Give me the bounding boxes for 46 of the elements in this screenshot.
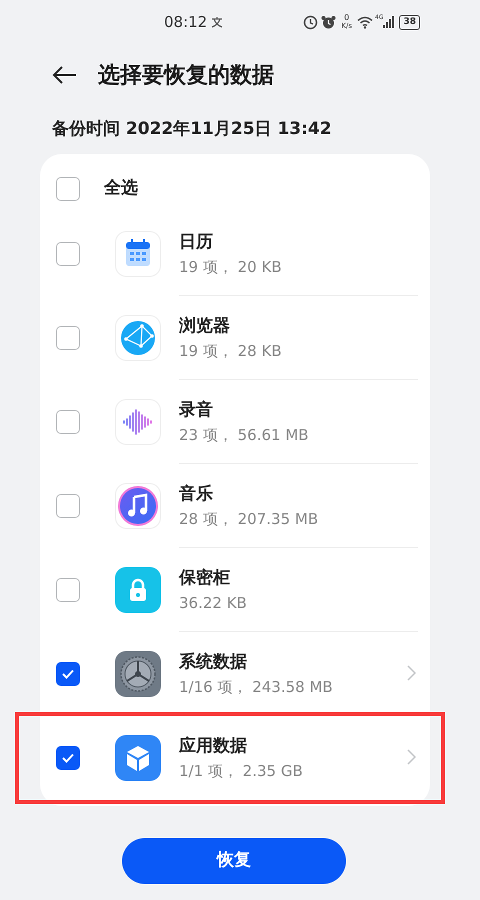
calendar-icon	[115, 231, 161, 277]
checkbox[interactable]	[56, 494, 80, 518]
padlock-icon	[115, 567, 161, 613]
item-name: 浏览器	[179, 314, 230, 338]
checkbox[interactable]	[56, 242, 80, 266]
music-note-icon	[115, 483, 161, 529]
item-name: 日历	[179, 230, 213, 254]
status-time: 08:12	[164, 12, 208, 33]
backup-time: 备份时间 2022年11月25日 13:42	[52, 118, 332, 142]
checkbox[interactable]	[56, 578, 80, 602]
back-arrow-icon[interactable]	[52, 65, 78, 85]
gear-icon	[115, 651, 161, 697]
signal-icon	[383, 16, 396, 28]
item-detail: 1/1 项， 2.35 GB	[179, 761, 303, 782]
item-detail: 36.22 KB	[179, 592, 247, 614]
select-all-label[interactable]: 全选	[104, 176, 138, 202]
item-name: 音乐	[179, 482, 213, 506]
checkbox[interactable]	[56, 410, 80, 434]
clock-icon	[303, 14, 318, 30]
check-icon	[61, 667, 75, 681]
item-detail: 28 项， 207.35 MB	[179, 508, 318, 530]
sound-wave-icon	[115, 399, 161, 445]
item-detail: 1/16 项， 243.58 MB	[179, 676, 333, 698]
item-name: 保密柜	[179, 566, 230, 590]
item-detail: 23 项， 56.61 MB	[179, 424, 309, 446]
item-detail: 19 项， 28 KB	[179, 340, 282, 362]
chevron-right-icon[interactable]	[407, 749, 416, 765]
check-icon	[61, 751, 75, 765]
cube-icon	[115, 735, 161, 781]
alarm-icon	[321, 14, 336, 30]
translate-icon	[211, 16, 224, 28]
checkbox[interactable]	[56, 662, 80, 686]
chevron-right-icon[interactable]	[407, 665, 416, 681]
checkbox[interactable]	[56, 326, 80, 350]
item-name: 录音	[179, 398, 213, 422]
page-title: 选择要恢复的数据	[98, 62, 274, 90]
item-name: 系统数据	[179, 650, 247, 674]
item-name: 应用数据	[179, 735, 247, 758]
item-detail: 19 项， 20 KB	[179, 256, 282, 278]
net-speed-value: 0	[344, 14, 350, 22]
checkbox[interactable]	[56, 746, 80, 770]
battery-indicator: 38	[399, 14, 420, 30]
checkbox[interactable]	[56, 177, 80, 201]
globe-icon	[115, 315, 161, 361]
wifi-icon	[357, 16, 373, 28]
restore-button[interactable]: 恢复	[122, 838, 346, 884]
